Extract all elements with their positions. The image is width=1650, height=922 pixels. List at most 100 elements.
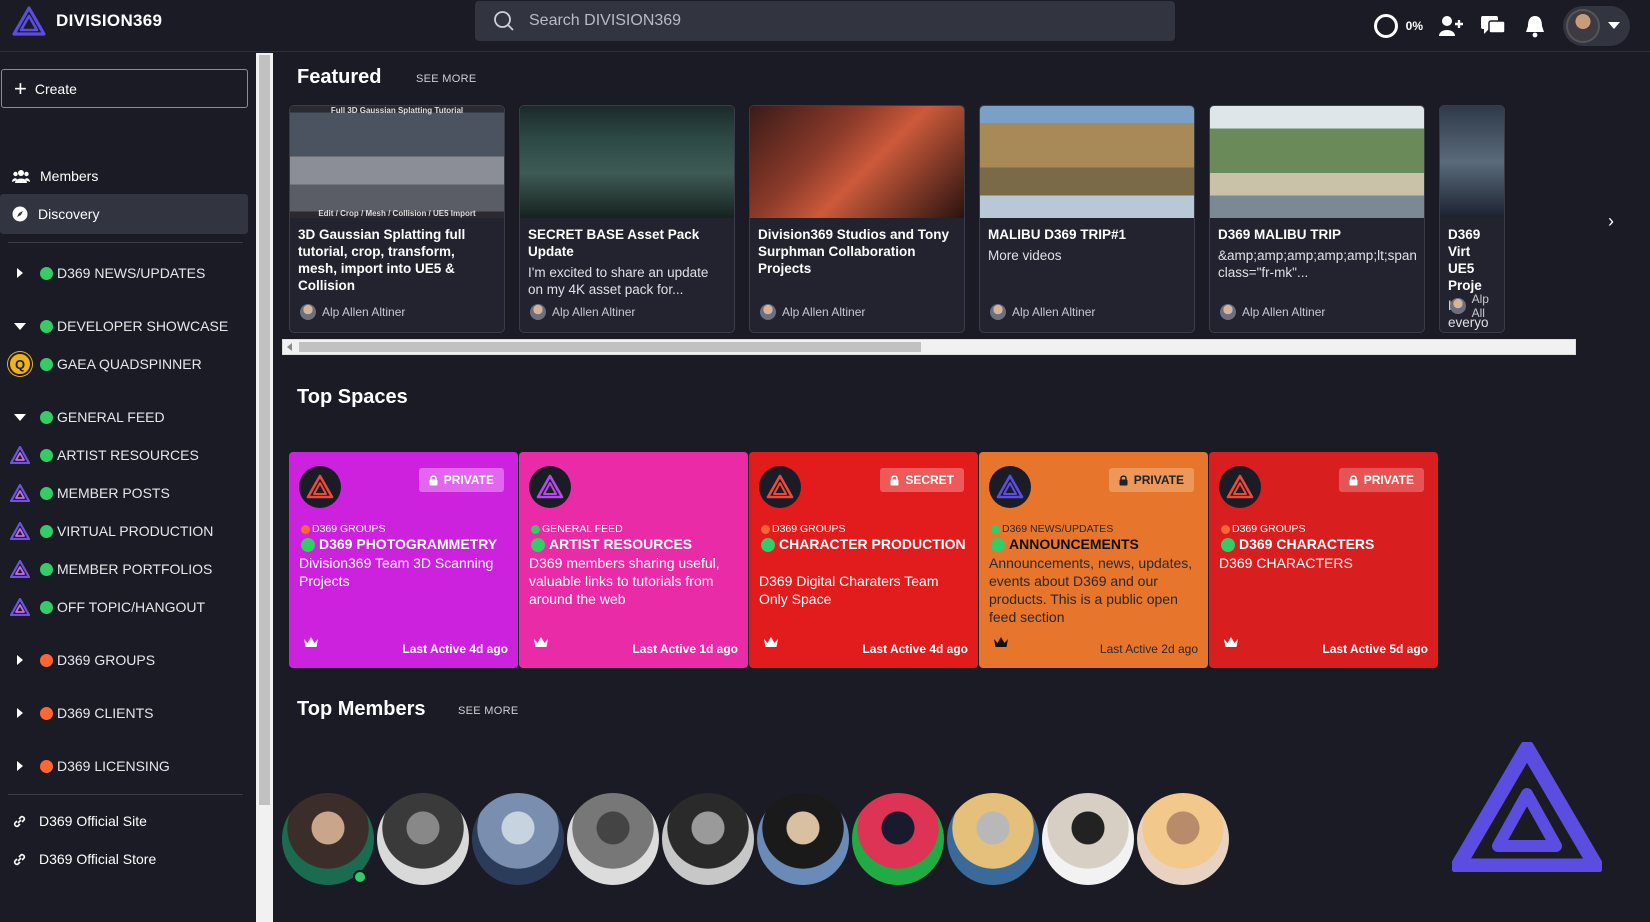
featured-card-desc: More videos xyxy=(988,248,1062,263)
caret-right-icon[interactable] xyxy=(17,708,23,718)
space-description: D369 Digital Charaters Team Only Space xyxy=(759,573,939,607)
featured-card-title: MALIBU D369 TRIP#1 xyxy=(988,227,1127,242)
featured-card[interactable]: D369 MALIBU TRIP &amp;amp;amp;amp;amp;lt;… xyxy=(1209,105,1425,333)
featured-card-title: D369 Virt UE5 Proje xyxy=(1448,227,1482,293)
member-avatar-7[interactable] xyxy=(852,793,944,885)
scrollbar-thumb[interactable] xyxy=(259,55,270,805)
triangle-logo-icon xyxy=(10,484,30,502)
chevron-right-icon[interactable]: › xyxy=(1608,211,1614,232)
featured-card-author[interactable]: Alp Allen Altiner xyxy=(990,304,1095,320)
sidebar-item-label: Discovery xyxy=(38,206,100,222)
sidebar-group-item[interactable]: MEMBER PORTFOLIOS xyxy=(0,552,248,586)
sidebar-group-item[interactable]: VIRTUAL PRODUCTION xyxy=(0,514,248,548)
featured-card[interactable]: Division369 Studios and Tony Surphman Co… xyxy=(749,105,965,333)
add-user-icon[interactable] xyxy=(1437,12,1465,40)
sidebar-item-members[interactable]: Members xyxy=(0,156,248,196)
bell-icon[interactable] xyxy=(1521,12,1549,40)
space-logo xyxy=(529,466,571,508)
sidebar-scrollbar[interactable] xyxy=(256,53,273,922)
thumbnail-caption-top: Full 3D Gaussian Splatting Tutorial xyxy=(330,106,464,115)
space-card[interactable]: PRIVATE D369 GROUPS D369 CHARACTERS D369 CH… xyxy=(1209,452,1438,668)
crown-icon xyxy=(533,636,549,654)
sidebar-item-discovery[interactable]: Discovery xyxy=(0,194,248,234)
author-name: Alp Allen Altiner xyxy=(1012,305,1096,319)
space-card[interactable]: PRIVATE D369 NEWS/UPDATES ANNOUNCEMENTS Ann… xyxy=(979,452,1208,668)
space-logo-icon xyxy=(536,474,564,499)
sidebar: + Create Members Discovery D369 NEWS/UPD… xyxy=(0,53,256,922)
status-dot xyxy=(40,706,53,720)
members-see-more-link[interactable]: SEE MORE xyxy=(458,705,518,717)
featured-card-author[interactable]: Alp Allen Altiner xyxy=(1220,304,1325,320)
sidebar-group-item[interactable]: D369 NEWS/UPDATES xyxy=(0,256,248,290)
featured-card[interactable]: SECRET BASE Asset Pack Update I'm excited… xyxy=(519,105,735,333)
scrollbar-thumb[interactable] xyxy=(299,342,921,352)
chevron-down-icon xyxy=(1608,22,1620,29)
author-avatar xyxy=(1220,304,1236,320)
scroll-left-icon[interactable] xyxy=(287,343,292,351)
profile-progress[interactable]: 0% xyxy=(1373,14,1423,38)
member-avatar-10[interactable] xyxy=(1137,793,1229,885)
sidebar-group-item[interactable]: D369 CLIENTS xyxy=(0,696,248,730)
space-card[interactable]: PRIVATE D369 GROUPS D369 PHOTOGRAMMETRY Div… xyxy=(289,452,518,668)
create-button[interactable]: + Create xyxy=(1,69,248,108)
caret-down-icon[interactable] xyxy=(14,322,26,330)
space-card[interactable]: SECRET D369 GROUPS CHARACTER PRODUCTION D36… xyxy=(749,452,978,668)
status-dot xyxy=(40,266,53,280)
status-dot xyxy=(991,538,1005,552)
member-avatar-4[interactable] xyxy=(567,793,659,885)
crown-icon xyxy=(1223,636,1239,654)
member-avatar-8[interactable] xyxy=(947,793,1039,885)
category-label: D369 GROUPS xyxy=(772,523,846,535)
caret-down-icon[interactable] xyxy=(14,413,26,421)
featured-card-author[interactable]: Alp All xyxy=(1450,292,1504,320)
space-description: Division369 Team 3D Scanning Projects xyxy=(299,555,494,589)
sidebar-group-item[interactable]: ARTIST RESOURCES xyxy=(0,438,248,472)
space-name-label: CHARACTER PRODUCTION xyxy=(779,536,966,552)
member-avatar-2[interactable] xyxy=(377,793,469,885)
featured-card-author[interactable]: Alp Allen Altiner xyxy=(760,304,865,320)
space-name: ARTIST RESOURCES xyxy=(531,536,741,553)
featured-card[interactable]: D369 Virt UE5 ProjeHi everyoAlp All xyxy=(1439,105,1505,333)
space-card[interactable]: GENERAL FEED ARTIST RESOURCES D369 members… xyxy=(519,452,748,668)
link-official-site[interactable]: D369 Official Site xyxy=(12,813,147,829)
sidebar-group-item[interactable]: OFF TOPIC/HANGOUT xyxy=(0,590,248,624)
member-avatar-5[interactable] xyxy=(662,793,754,885)
brand[interactable]: DIVISION369 xyxy=(12,6,162,36)
caret-right-icon[interactable] xyxy=(17,268,23,278)
featured-scrollbar[interactable] xyxy=(282,339,1576,355)
sidebar-group-item[interactable]: Q GAEA QUADSPINNER xyxy=(0,347,248,381)
group-label: D369 NEWS/UPDATES xyxy=(57,265,206,281)
sidebar-group-item[interactable]: D369 LICENSING xyxy=(0,749,248,783)
sidebar-group-item[interactable]: GENERAL FEED xyxy=(0,400,248,434)
featured-card-title: D369 MALIBU TRIP xyxy=(1218,227,1342,242)
member-avatar-3[interactable] xyxy=(472,793,564,885)
search-input[interactable]: Search DIVISION369 xyxy=(475,1,1175,41)
messages-icon[interactable] xyxy=(1479,12,1507,40)
space-logo xyxy=(759,466,801,508)
featured-thumbnail xyxy=(980,106,1194,218)
caret-right-icon[interactable] xyxy=(17,761,23,771)
top-right-actions: 0% xyxy=(1373,6,1630,46)
badge-label: PRIVATE xyxy=(443,473,494,487)
sidebar-group-item[interactable]: D369 GROUPS xyxy=(0,643,248,677)
user-menu[interactable] xyxy=(1563,6,1630,46)
status-dot xyxy=(761,538,775,552)
member-avatar-9[interactable] xyxy=(1042,793,1134,885)
main-content: Featured SEE MORE Full 3D Gaussian Splat… xyxy=(273,53,1650,922)
division369-watermark-icon xyxy=(1452,742,1602,872)
featured-card-author[interactable]: Alp Allen Altiner xyxy=(530,304,635,320)
member-avatar-6[interactable] xyxy=(757,793,849,885)
featured-card[interactable]: Full 3D Gaussian Splatting Tutorial Edit … xyxy=(289,105,505,333)
divider xyxy=(8,794,243,795)
group-lead xyxy=(0,655,40,665)
featured-card[interactable]: MALIBU D369 TRIP#1 More videos Alp Allen A… xyxy=(979,105,1195,333)
sidebar-group-item[interactable]: DEVELOPER SHOWCASE xyxy=(0,309,248,343)
featured-card-author[interactable]: Alp Allen Altiner xyxy=(300,304,405,320)
sidebar-group-item[interactable]: MEMBER POSTS xyxy=(0,476,248,510)
featured-see-more-link[interactable]: SEE MORE xyxy=(416,73,476,85)
link-official-store[interactable]: D369 Official Store xyxy=(12,851,156,867)
last-active: Last Active 4d ago xyxy=(862,642,968,656)
featured-title: Featured xyxy=(297,66,382,88)
caret-right-icon[interactable] xyxy=(17,655,23,665)
author-avatar xyxy=(1450,298,1466,314)
